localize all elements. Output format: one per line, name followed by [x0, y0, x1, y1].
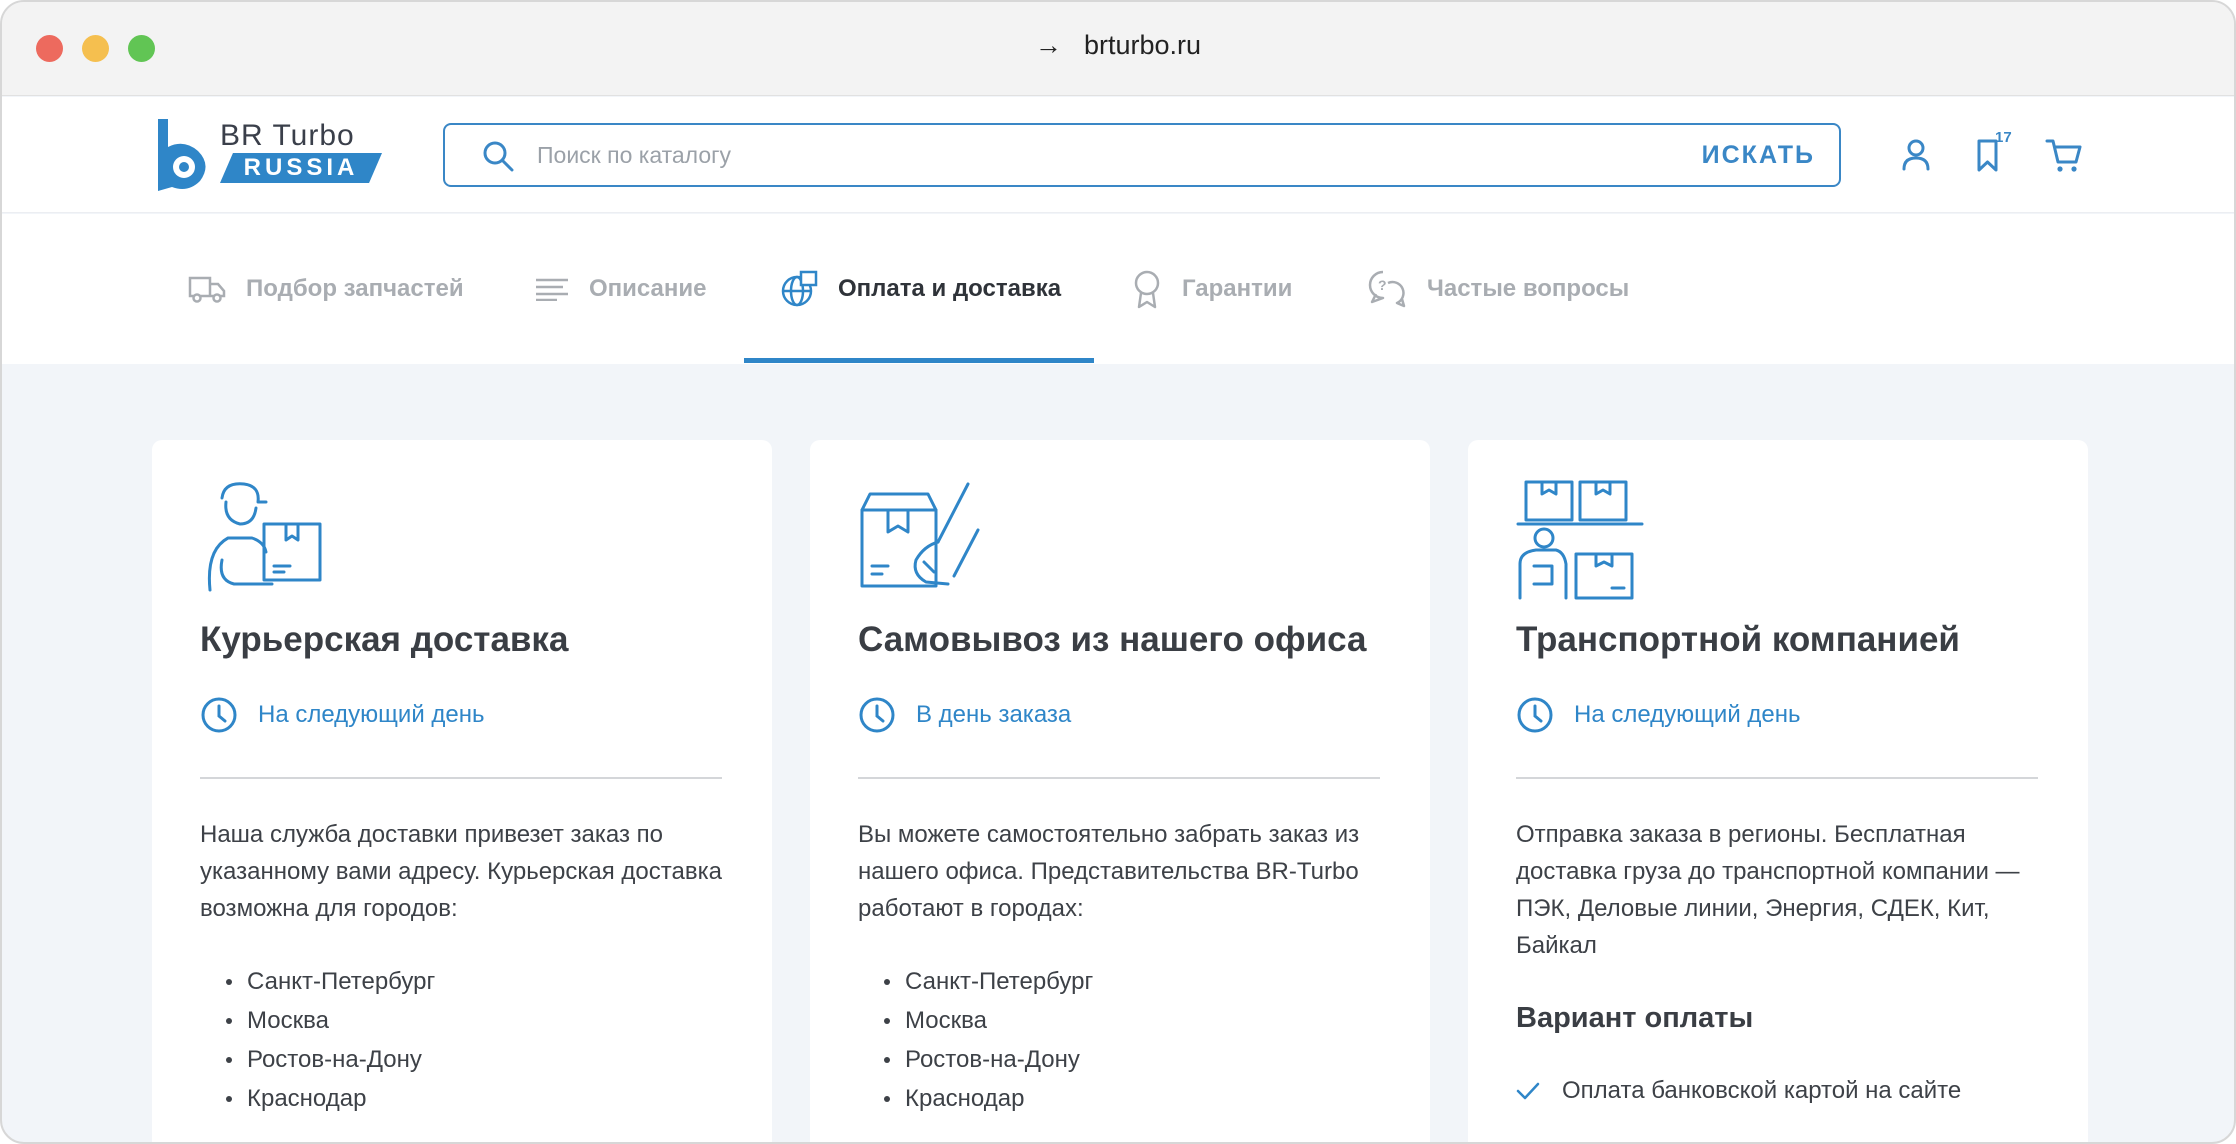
cities-list: Санкт-Петербург Москва Ростов-на-Дону Кр… [858, 962, 1378, 1118]
favorites-count-badge: 17 [1995, 129, 2012, 146]
arrow-icon: → [1034, 30, 1062, 60]
card-title: Самовывоз из нашего офиса [858, 620, 1367, 659]
divider [858, 777, 1380, 779]
list-item: Ростов-на-Дону [858, 1040, 1378, 1079]
truck-icon [188, 276, 226, 303]
tab-label: Гарантии [1182, 275, 1293, 302]
tab-payment-delivery[interactable]: Оплата и доставка [780, 214, 1061, 364]
delivery-time: На следующий день [1516, 696, 1801, 734]
list-item: Санкт-Петербург [858, 962, 1378, 1001]
courier-icon [207, 482, 322, 592]
browser-titlebar: → brturbo.ru [2, 2, 2234, 96]
search-bar: Поиск по каталогу ИСКАТЬ [443, 123, 1841, 187]
payment-option-text: Оплата банковской картой на сайте [1562, 1077, 1962, 1104]
search-input[interactable]: Поиск по каталогу [537, 142, 731, 169]
logo[interactable]: BR Turbo RUSSIA [154, 117, 394, 193]
list-item: Москва [858, 1001, 1378, 1040]
cities-list: Санкт-Петербург Москва Ростов-на-Дону Кр… [200, 962, 720, 1118]
list-item: Ростов-на-Дону [200, 1040, 720, 1079]
list-item: Краснодар [200, 1079, 720, 1118]
pickup-box-icon [860, 482, 980, 588]
user-icon[interactable] [1896, 135, 1936, 175]
list-item: Москва [200, 1001, 720, 1040]
logo-mark-icon [158, 119, 206, 191]
payment-options-list: Оплата банковской картой на сайте [1516, 1072, 1961, 1110]
tab-parts-selection[interactable]: Подбор запчастей [188, 214, 464, 364]
tab-label: Частые вопросы [1427, 275, 1630, 302]
tab-label: Оплата и доставка [838, 275, 1062, 302]
delivery-time: На следующий день [200, 696, 485, 734]
divider [1516, 777, 2038, 779]
delivery-card-courier: Курьерская доставка На следующий день На… [152, 440, 772, 1142]
url-text: brturbo.ru [1083, 30, 1202, 60]
delivery-card-pickup: Самовывоз из нашего офиса В день заказа … [810, 440, 1430, 1142]
divider [200, 777, 722, 779]
cart-icon[interactable] [2044, 135, 2084, 175]
logo-text-region: RUSSIA [220, 153, 382, 183]
card-description: Вы можете самостоятельно забрать заказ и… [858, 821, 1360, 922]
chat-question-icon: ? [1368, 270, 1406, 308]
delivery-card-transport: Транспортной компанией На следующий день… [1468, 440, 2088, 1142]
delivery-time-text: В день заказа [916, 701, 1072, 728]
card-title: Транспортной компанией [1516, 620, 1960, 659]
clock-icon [201, 697, 237, 733]
browser-window: → brturbo.ru BR Turbo RUSSIA Поиск по кат… [0, 0, 2236, 1144]
logo-text-brand: BR Turbo [220, 119, 355, 152]
tabs-bar: Подбор запчастей Описание Оплата и доста… [2, 214, 2234, 364]
search-button[interactable]: ИСКАТЬ [1702, 141, 1815, 170]
payment-options-title: Вариант оплаты [1516, 1002, 1754, 1034]
delivery-time-text: На следующий день [258, 701, 485, 728]
delivery-time: В день заказа [858, 696, 1071, 734]
tab-faq[interactable]: ? Частые вопросы [1367, 214, 1629, 364]
tab-guarantees[interactable]: Гарантии [1132, 214, 1292, 364]
clock-icon [1517, 697, 1553, 733]
delivery-time-text: На следующий день [1574, 701, 1801, 728]
award-icon [1134, 270, 1160, 309]
card-description: Наша служба доставки привезет заказ по у… [200, 821, 722, 922]
check-icon [1516, 1082, 1540, 1100]
active-tab-indicator [744, 358, 1094, 363]
globe-box-icon [781, 270, 818, 307]
list-item: Оплата банковской картой на сайте [1516, 1072, 1961, 1110]
search-icon [483, 141, 514, 172]
tab-description[interactable]: Описание [535, 214, 707, 364]
site-header: BR Turbo RUSSIA Поиск по каталогу ИСКАТЬ… [2, 97, 2234, 213]
tab-label: Описание [589, 275, 707, 302]
warehouse-icon [1516, 480, 1644, 600]
list-item: Краснодар [858, 1079, 1378, 1118]
card-title: Курьерская доставка [200, 620, 569, 659]
card-description: Отправка заказа в регионы. Бесплатная до… [1516, 821, 2020, 959]
address-bar[interactable]: → brturbo.ru [2, 30, 2234, 61]
list-item: Санкт-Петербург [200, 962, 720, 1001]
tab-label: Подбор запчастей [246, 275, 464, 302]
svg-text:?: ? [1378, 277, 1387, 293]
lines-icon [536, 278, 568, 301]
clock-icon [859, 697, 895, 733]
